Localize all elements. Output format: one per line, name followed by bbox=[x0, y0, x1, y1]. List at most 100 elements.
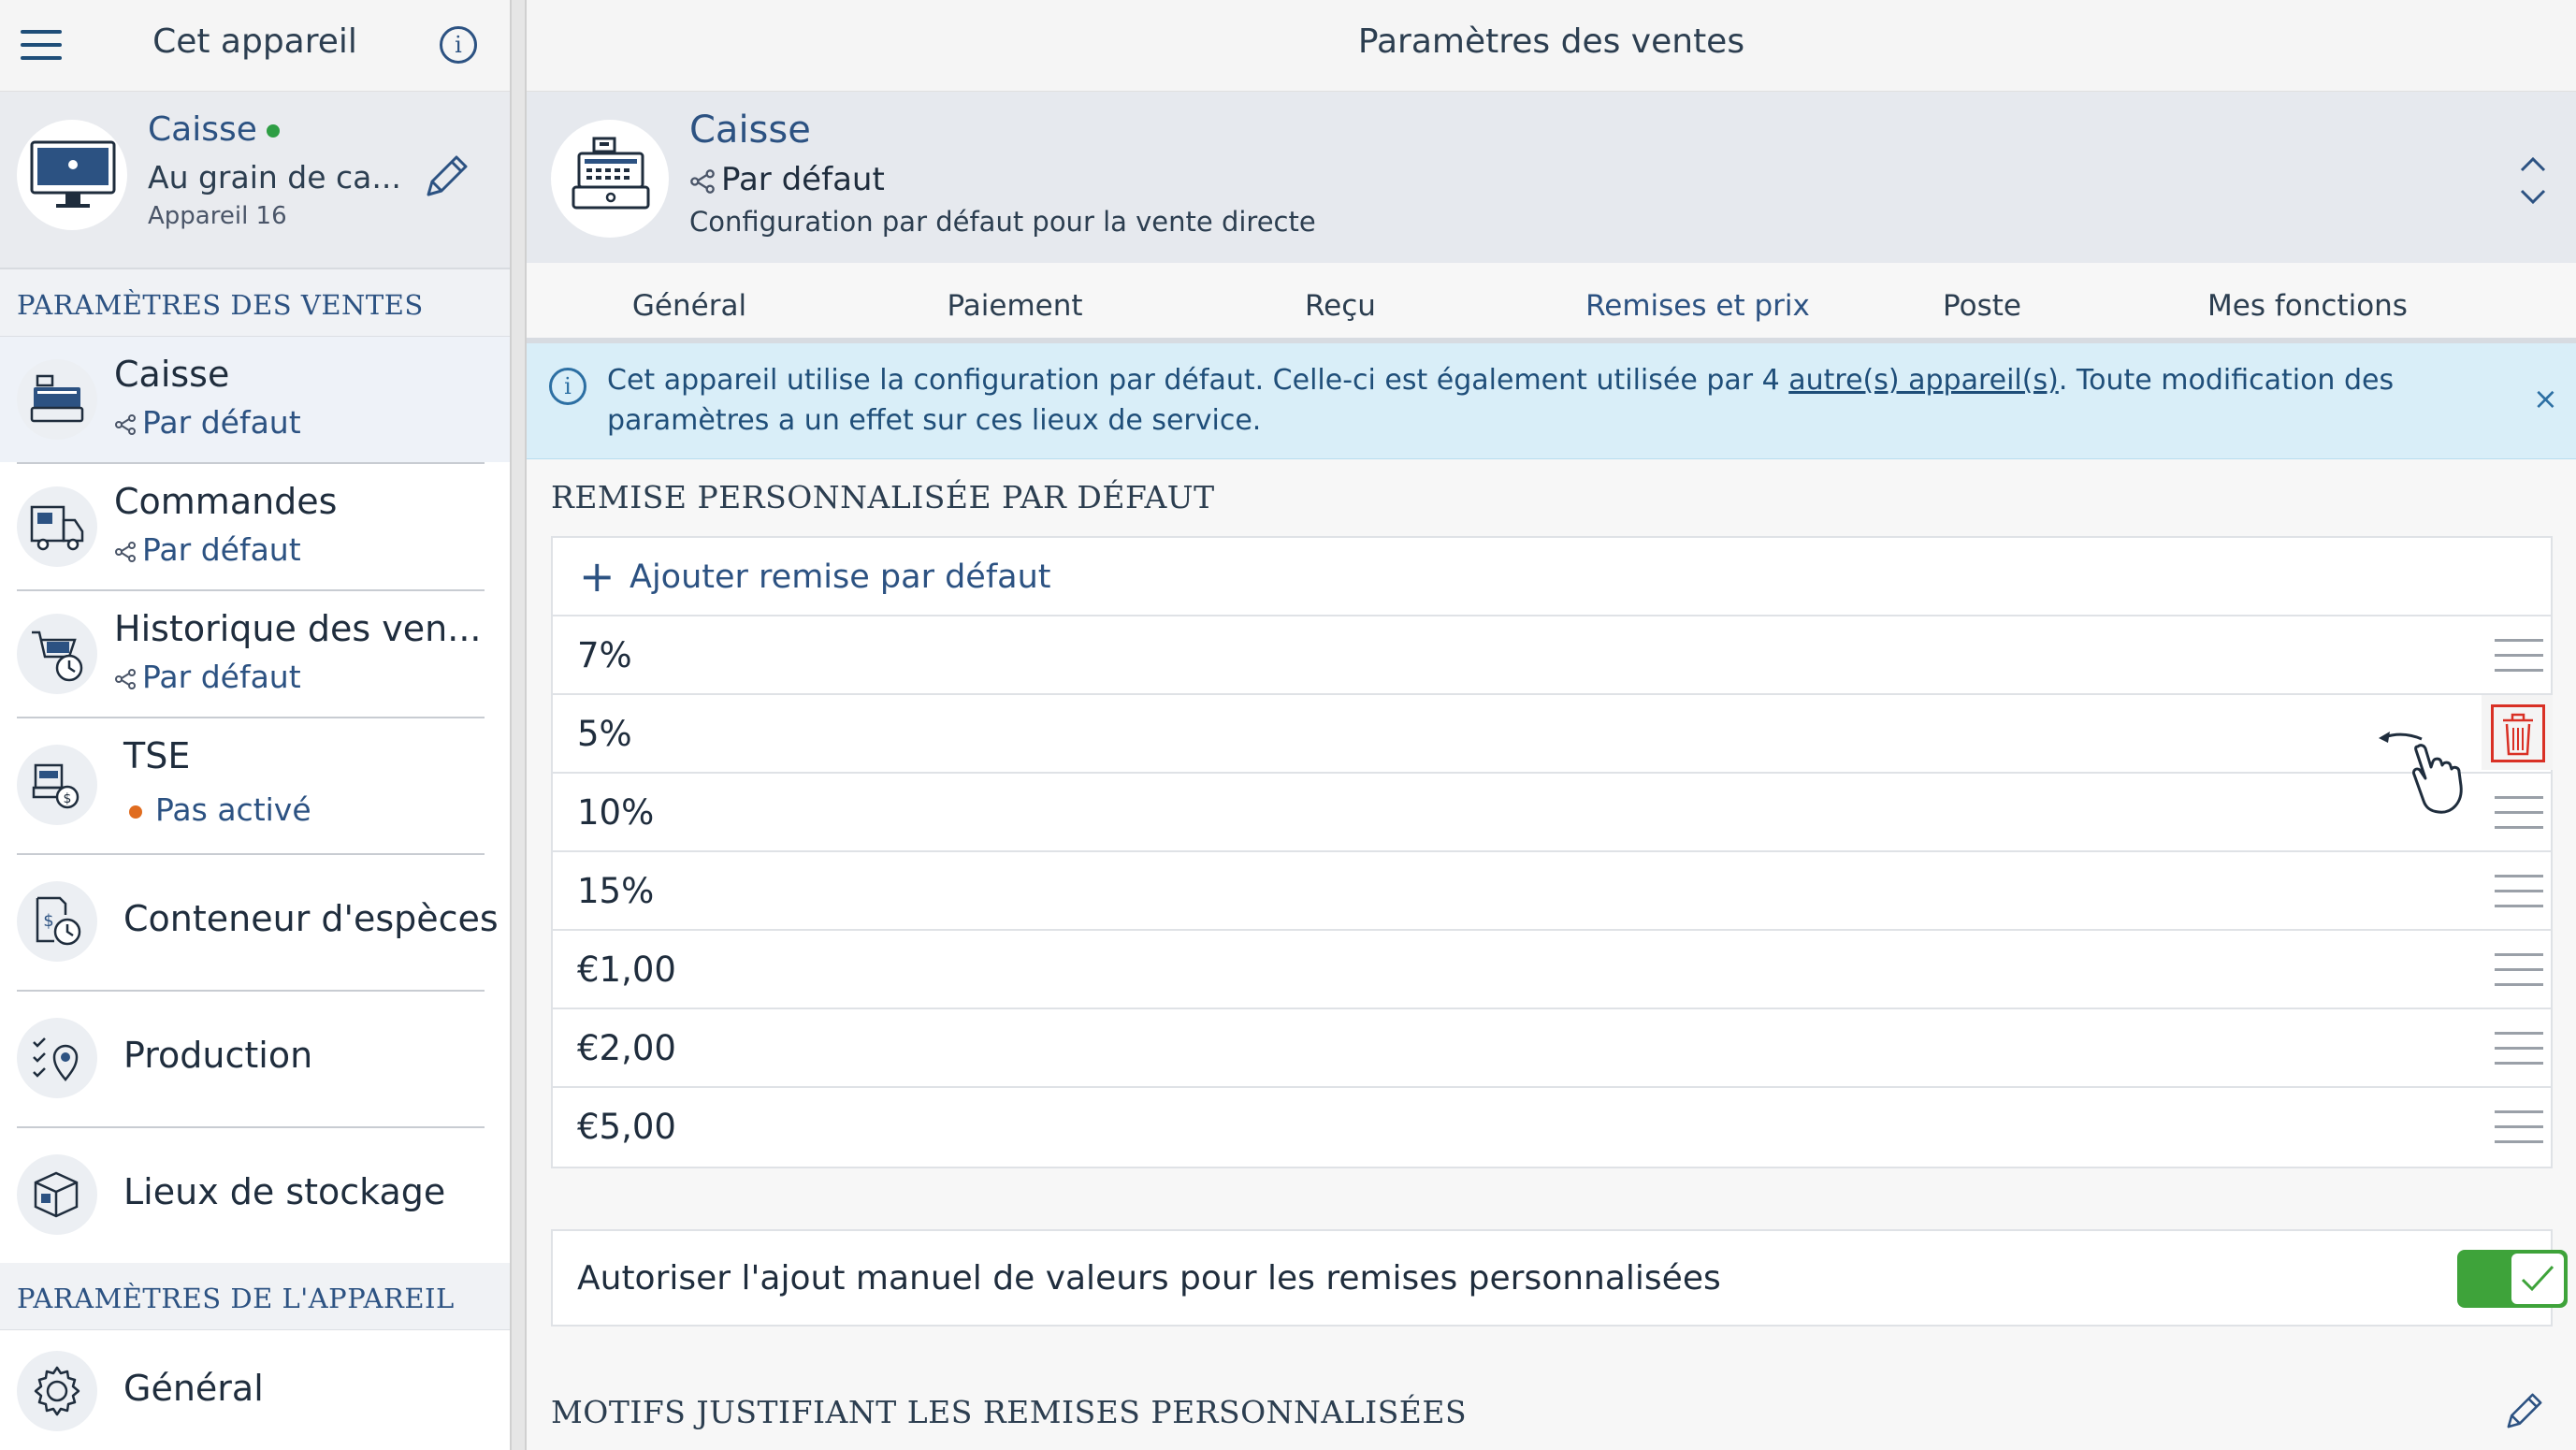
sidebar-item-sub: Par défaut bbox=[114, 404, 301, 441]
sidebar-item-production[interactable]: Production bbox=[0, 992, 510, 1126]
list-item[interactable]: €5,00 bbox=[553, 1088, 2551, 1167]
discount-list: + Ajouter remise par défaut 7% 5% 10% 15… bbox=[551, 536, 2553, 1168]
svg-text:$: $ bbox=[64, 791, 72, 806]
expand-collapse-chevron-icon[interactable] bbox=[2514, 148, 2552, 213]
sidebar-item-conteneur-especes[interactable]: $ Conteneur d'espèces bbox=[0, 855, 510, 990]
discount-value: 7% bbox=[577, 635, 632, 675]
sidebar-item-label: TSE bbox=[123, 735, 191, 776]
drag-handle-icon[interactable] bbox=[2495, 1032, 2543, 1066]
delete-button[interactable] bbox=[2482, 695, 2553, 770]
main-panel: Paramètres des ventes Caisse Par défaut … bbox=[527, 0, 2576, 1450]
config-name: Caisse bbox=[689, 109, 811, 152]
list-item[interactable]: 5% bbox=[553, 695, 2553, 774]
discount-value: €1,00 bbox=[577, 950, 676, 990]
add-discount-button[interactable]: + Ajouter remise par défaut bbox=[553, 538, 2551, 616]
config-card[interactable]: Caisse Par défaut Configuration par défa… bbox=[527, 92, 2576, 263]
tab-poste[interactable]: Poste bbox=[1819, 263, 2145, 343]
manual-discount-setting: Autoriser l'ajout manuel de valeurs pour… bbox=[551, 1229, 2568, 1327]
shared-config-icon bbox=[115, 541, 136, 562]
list-item[interactable]: €1,00 bbox=[553, 931, 2551, 1009]
tab-mes-fonctions[interactable]: Mes fonctions bbox=[2145, 263, 2470, 343]
discount-value: €2,00 bbox=[577, 1028, 676, 1068]
add-discount-label: Ajouter remise par défaut bbox=[630, 558, 1051, 596]
online-status-dot bbox=[266, 124, 280, 138]
list-item[interactable]: 7% bbox=[553, 616, 2551, 695]
banner-text: Cet appareil utilise la configuration pa… bbox=[607, 364, 2395, 437]
sidebar-item-label: Général bbox=[123, 1368, 264, 1409]
page-title: Paramètres des ventes bbox=[1357, 22, 1745, 61]
discount-value: €5,00 bbox=[577, 1107, 676, 1147]
checkmark-icon bbox=[2511, 1254, 2564, 1304]
tse-icon: $ bbox=[17, 745, 97, 825]
tab-bar: Général Paiement Reçu Remises et prix Po… bbox=[527, 263, 2576, 349]
drag-handle-icon[interactable] bbox=[2495, 639, 2543, 673]
device-card[interactable]: Caisse Au grain de ca... Appareil 16 bbox=[0, 92, 510, 269]
sidebar-item-label: Conteneur d'espèces bbox=[123, 898, 499, 939]
sidebar-item-tse[interactable]: $ TSE Pas activé bbox=[0, 718, 510, 853]
info-icon: i bbox=[549, 368, 586, 405]
sidebar-item-label: Lieux de stockage bbox=[123, 1171, 446, 1212]
split-divider[interactable] bbox=[510, 0, 527, 1450]
tse-status: Pas activé bbox=[129, 791, 311, 828]
edit-device-pencil-icon[interactable] bbox=[421, 150, 473, 206]
device-label: Appareil 16 bbox=[148, 202, 287, 230]
sidebar-item-commandes[interactable]: Commandes Par défaut bbox=[0, 464, 510, 589]
list-item[interactable]: 15% bbox=[553, 852, 2551, 931]
drag-handle-icon[interactable] bbox=[2495, 796, 2543, 830]
cash-register-icon bbox=[551, 120, 669, 238]
cash-register-icon bbox=[17, 359, 97, 440]
info-banner: i Cet appareil utilise la configuration … bbox=[527, 343, 2576, 459]
trash-icon bbox=[2491, 704, 2545, 762]
manual-discount-label: Autoriser l'ajout manuel de valeurs pour… bbox=[577, 1259, 1721, 1298]
discount-value: 5% bbox=[577, 714, 632, 754]
discounts-section-title: REMISE PERSONNALISÉE PAR DÉFAUT bbox=[551, 479, 1215, 515]
device-store: Au grain de ca... bbox=[148, 159, 401, 196]
sidebar-item-label: Commandes bbox=[114, 481, 338, 522]
shared-config-icon bbox=[690, 168, 715, 194]
sidebar-item-lieux-stockage[interactable]: Lieux de stockage bbox=[0, 1128, 510, 1263]
sidebar-title: Cet appareil bbox=[152, 22, 357, 61]
sidebar-item-label: Historique des ven... bbox=[114, 608, 482, 649]
production-icon bbox=[17, 1018, 97, 1098]
sidebar-item-sub: Par défaut bbox=[114, 531, 301, 568]
list-item[interactable]: €2,00 bbox=[553, 1009, 2551, 1088]
sidebar: Cet appareil i Caisse Au grain de ca... … bbox=[0, 0, 510, 1450]
imac-icon bbox=[17, 120, 127, 230]
tab-paiement[interactable]: Paiement bbox=[852, 263, 1178, 343]
cash-container-icon: $ bbox=[17, 881, 97, 962]
sidebar-item-label: Production bbox=[123, 1035, 313, 1076]
tab-general[interactable]: Général bbox=[527, 263, 852, 343]
section-sales-settings: PARAMÈTRES DES VENTES bbox=[0, 269, 510, 337]
edit-reasons-pencil-icon[interactable] bbox=[2502, 1388, 2547, 1437]
list-item[interactable]: 10% bbox=[553, 774, 2551, 852]
delivery-truck-icon bbox=[17, 486, 97, 567]
sidebar-item-caisse[interactable]: Caisse Par défaut bbox=[0, 337, 510, 462]
info-icon[interactable]: i bbox=[440, 26, 477, 64]
drag-handle-icon[interactable] bbox=[2495, 1110, 2543, 1144]
gear-icon bbox=[17, 1351, 97, 1431]
tab-recu[interactable]: Reçu bbox=[1178, 263, 1503, 343]
reasons-section-title: MOTIFS JUSTIFIANT LES REMISES PERSONNALI… bbox=[551, 1394, 1468, 1430]
storage-icon bbox=[17, 1154, 97, 1235]
drag-handle-icon[interactable] bbox=[2495, 953, 2543, 987]
sidebar-item-historique[interactable]: Historique des ven... Par défaut bbox=[0, 591, 510, 717]
section-device-settings: PARAMÈTRES DE L'APPAREIL bbox=[0, 1263, 510, 1330]
main-header: Paramètres des ventes bbox=[527, 0, 2576, 92]
svg-text:$: $ bbox=[43, 911, 53, 931]
drag-handle-icon[interactable] bbox=[2495, 875, 2543, 908]
sales-history-icon bbox=[17, 614, 97, 694]
tab-remises-et-prix[interactable]: Remises et prix bbox=[1535, 263, 1860, 349]
close-icon[interactable]: × bbox=[2533, 381, 2558, 416]
discount-value: 10% bbox=[577, 792, 655, 833]
manual-discount-toggle[interactable] bbox=[2457, 1250, 2568, 1308]
device-name: Caisse bbox=[148, 110, 280, 149]
shared-config-icon bbox=[115, 413, 136, 435]
sidebar-item-label: Caisse bbox=[114, 354, 230, 395]
sidebar-item-general[interactable]: Général bbox=[0, 1330, 510, 1450]
config-description: Configuration par défaut pour la vente d… bbox=[689, 206, 1316, 238]
plus-icon: + bbox=[579, 551, 615, 602]
shared-config-icon bbox=[115, 668, 136, 689]
discount-value: 15% bbox=[577, 871, 655, 911]
swipe-hand-icon bbox=[2358, 718, 2470, 825]
other-devices-link[interactable]: autre(s) appareil(s) bbox=[1788, 364, 2059, 397]
